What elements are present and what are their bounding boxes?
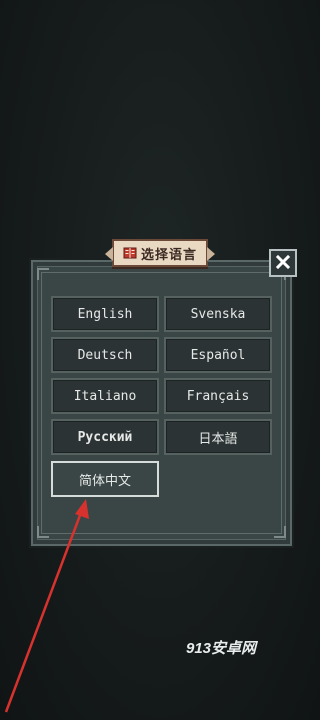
watermark: 913安卓网 <box>186 640 257 657</box>
annotation-arrow <box>4 499 89 713</box>
game-screen: 选择语言 English Svenska Deutsch Español Ita… <box>0 0 320 720</box>
